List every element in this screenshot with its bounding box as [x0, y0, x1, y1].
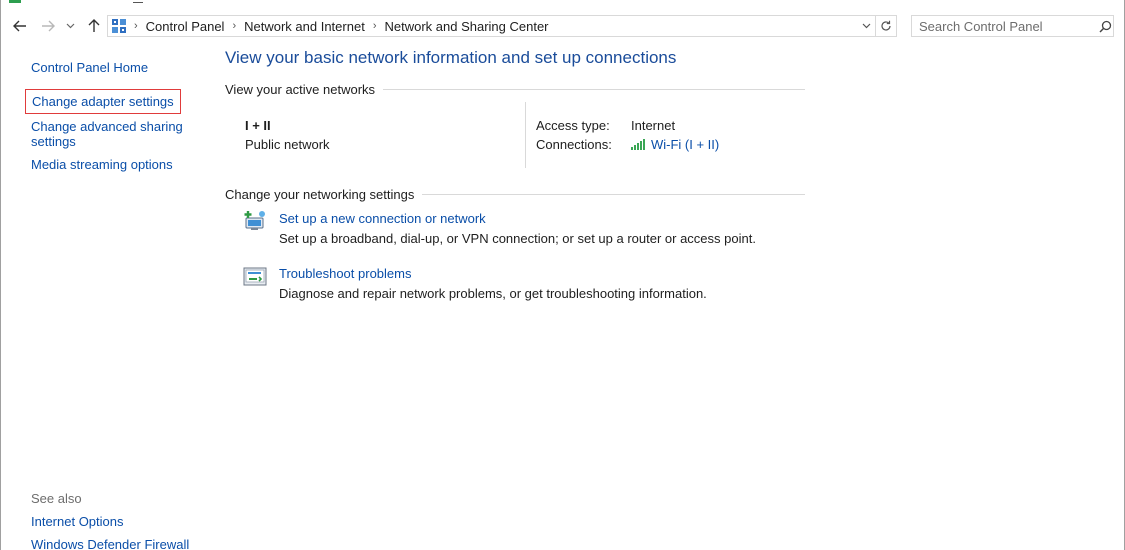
left-pane: Control Panel Home Change adapter settin…: [1, 42, 219, 550]
network-sharing-center-window: › Control Panel › Network and Internet ›…: [0, 0, 1125, 550]
change-settings-section-heading: Change your networking settings: [225, 186, 805, 202]
page-title: View your basic network information and …: [225, 48, 677, 67]
wifi-signal-icon: [631, 139, 647, 150]
setup-new-connection-description: Set up a broadband, dial-up, or VPN conn…: [279, 231, 756, 246]
network-info-divider: [525, 102, 526, 168]
troubleshoot-icon: [243, 265, 267, 289]
breadcrumb-separator[interactable]: ›: [373, 20, 377, 32]
search-box[interactable]: [911, 15, 1114, 37]
main-content: View your basic network information and …: [225, 42, 1105, 542]
change-settings-heading-text: Change your networking settings: [225, 186, 415, 202]
chevron-down-icon: [862, 23, 870, 29]
breadcrumb-network-sharing-center[interactable]: Network and Sharing Center: [384, 19, 548, 34]
arrow-left-icon: [13, 20, 26, 32]
network-category: Public network: [245, 137, 330, 152]
navigation-bar: › Control Panel › Network and Internet ›…: [1, 12, 1124, 42]
back-button[interactable]: [9, 15, 31, 37]
troubleshoot-problems-description: Diagnose and repair network problems, or…: [279, 286, 707, 301]
address-bar[interactable]: › Control Panel › Network and Internet ›…: [107, 15, 897, 37]
address-history-dropdown[interactable]: [857, 16, 875, 36]
up-button[interactable]: [83, 15, 105, 37]
title-bar: [1, 0, 1124, 4]
media-streaming-options-link[interactable]: Media streaming options: [31, 157, 173, 172]
active-networks-heading-text: View your active networks: [225, 81, 376, 97]
wifi-connection-link[interactable]: Wi-Fi (I + II): [631, 137, 719, 152]
see-also-heading: See also: [31, 491, 82, 506]
change-adapter-settings-link[interactable]: Change adapter settings: [25, 89, 181, 114]
windows-defender-firewall-link[interactable]: Windows Defender Firewall: [31, 537, 189, 550]
arrow-up-icon: [88, 19, 100, 32]
recent-locations-button[interactable]: [63, 15, 77, 37]
access-type-label: Access type:: [536, 118, 610, 133]
title-text-fragment: [133, 0, 143, 3]
breadcrumb-separator[interactable]: ›: [232, 20, 236, 32]
breadcrumb-control-panel[interactable]: Control Panel: [146, 19, 225, 34]
connections-label: Connections:: [536, 137, 612, 152]
arrow-right-icon: [42, 20, 55, 32]
breadcrumb-separator[interactable]: ›: [134, 20, 138, 32]
troubleshoot-problems-link[interactable]: Troubleshoot problems: [279, 266, 411, 281]
search-icon[interactable]: [1097, 20, 1113, 33]
breadcrumb-network-and-internet[interactable]: Network and Internet: [244, 19, 365, 34]
internet-options-link[interactable]: Internet Options: [31, 514, 124, 529]
network-name: I + II: [245, 118, 271, 133]
section-divider: [422, 193, 805, 195]
setup-new-connection-link[interactable]: Set up a new connection or network: [279, 211, 486, 226]
chevron-down-icon: [66, 23, 74, 29]
control-panel-home-link[interactable]: Control Panel Home: [31, 60, 148, 75]
new-connection-icon: [243, 209, 267, 233]
refresh-button[interactable]: [875, 16, 896, 36]
control-panel-icon: [112, 19, 126, 33]
section-divider: [383, 88, 805, 90]
access-type-value: Internet: [631, 118, 676, 133]
wifi-connection-label: Wi-Fi (I + II): [651, 137, 720, 152]
forward-button[interactable]: [37, 15, 59, 37]
active-networks-section-heading: View your active networks: [225, 81, 805, 97]
search-input[interactable]: [912, 16, 1097, 36]
app-icon: [9, 0, 21, 3]
change-advanced-sharing-settings-link[interactable]: Change advanced sharing settings: [31, 119, 201, 149]
refresh-icon: [881, 20, 891, 31]
